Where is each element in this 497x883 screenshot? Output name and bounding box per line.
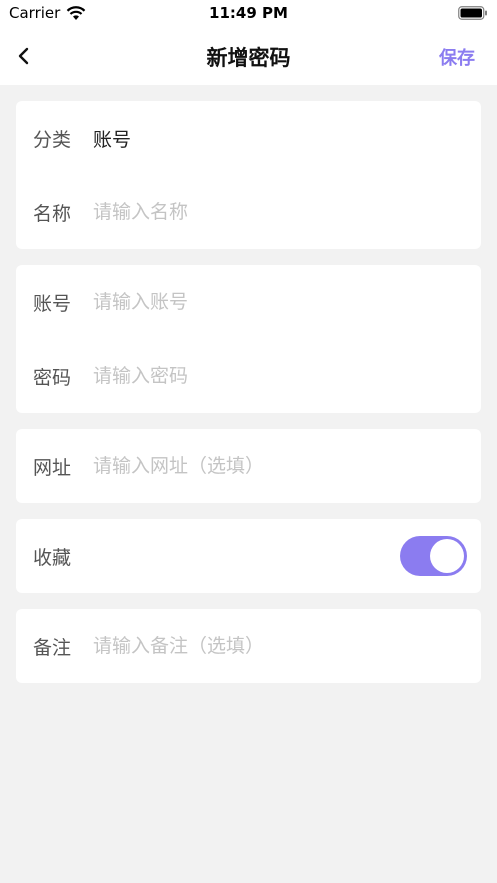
name-label: 名称 — [33, 202, 72, 225]
note-row: 备注 — [16, 609, 481, 683]
password-label: 密码 — [33, 366, 72, 389]
note-label: 备注 — [33, 636, 72, 659]
account-row: 账号 — [16, 265, 481, 339]
url-row: 网址 — [16, 429, 481, 503]
name-row: 名称 — [16, 175, 481, 249]
save-button[interactable]: 保存 — [439, 44, 475, 70]
favorite-row: 收藏 — [16, 519, 481, 593]
toggle-knob — [430, 539, 464, 573]
page-title: 新增密码 — [206, 46, 291, 70]
basic-info-card: 分类 账号 名称 — [16, 101, 481, 249]
url-input[interactable] — [93, 455, 453, 477]
note-input[interactable] — [93, 635, 453, 657]
category-row[interactable]: 分类 账号 — [16, 101, 481, 175]
favorite-label: 收藏 — [33, 546, 72, 569]
note-card: 备注 — [16, 609, 481, 683]
category-label: 分类 — [33, 128, 72, 151]
credentials-card: 账号 密码 — [16, 265, 481, 413]
status-time: 11:49 PM — [209, 4, 288, 22]
password-input[interactable] — [93, 365, 453, 387]
name-input[interactable] — [93, 201, 453, 223]
favorite-toggle[interactable] — [400, 536, 467, 576]
url-label: 网址 — [33, 456, 72, 479]
account-input[interactable] — [93, 291, 453, 313]
password-row: 密码 — [16, 339, 481, 413]
account-label: 账号 — [33, 292, 72, 315]
navigation-bar: 新增密码 保存 — [0, 28, 497, 85]
status-bar: Carrier 11:49 PM — [0, 0, 497, 28]
category-value[interactable]: 账号 — [93, 125, 131, 152]
url-card: 网址 — [16, 429, 481, 503]
battery-icon — [458, 6, 487, 20]
favorite-card: 收藏 — [16, 519, 481, 593]
